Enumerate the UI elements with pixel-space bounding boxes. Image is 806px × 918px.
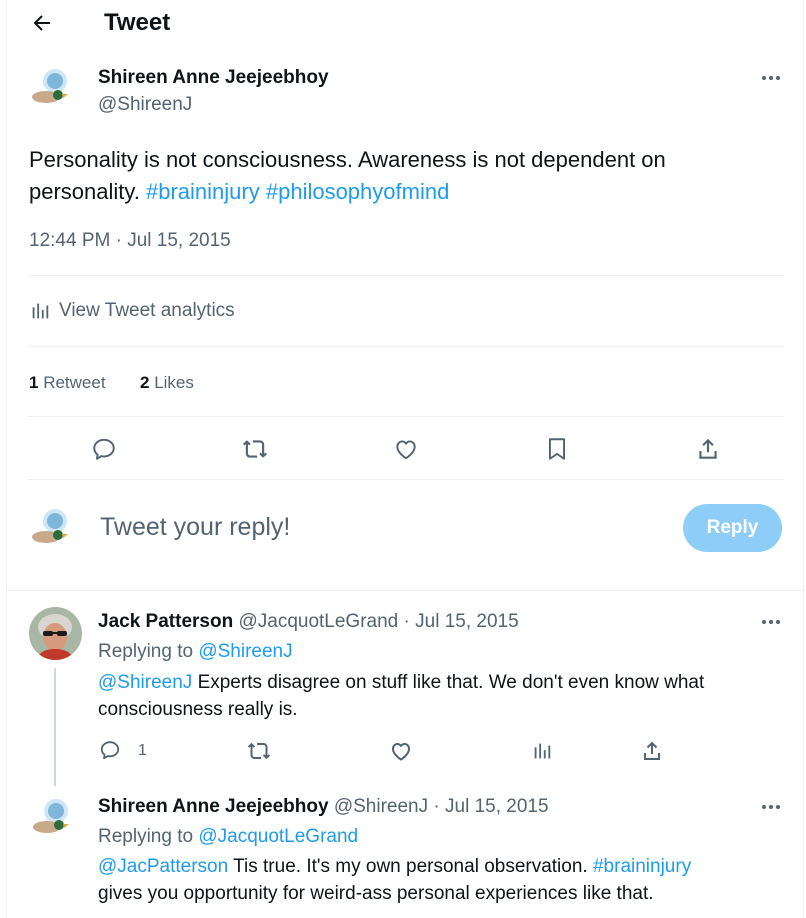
reply-author-name[interactable]: Jack Patterson [98, 611, 233, 632]
mention-link[interactable]: @JacquotLeGrand [198, 826, 358, 847]
tweet-timestamp[interactable]: 12:44 PM · Jul 15, 2015 [29, 230, 231, 252]
reply-date[interactable]: · Jul 15, 2015 [433, 796, 548, 817]
retweet-label: Retweet [43, 373, 106, 392]
retweet-count: 1 [29, 373, 39, 392]
reply-icon[interactable] [91, 436, 117, 462]
reply-author-handle[interactable]: @JacquotLeGrand [238, 611, 398, 632]
like-heart-icon[interactable] [389, 739, 413, 763]
reply-text-line: @ShireenJ Experts disagree on stuff like… [98, 669, 778, 696]
share-icon[interactable] [640, 739, 664, 763]
author-handle[interactable]: @ShireenJ [98, 94, 192, 116]
reply-text-body: Experts disagree on stuff like that. We … [197, 672, 705, 693]
divider [6, 590, 804, 591]
divider [28, 479, 784, 480]
divider [28, 346, 784, 347]
replying-to-label: Replying to [98, 826, 194, 847]
avatar[interactable] [29, 607, 82, 660]
reply-button[interactable]: Reply [683, 504, 782, 552]
replying-to: Replying to @JacquotLeGrand [98, 826, 358, 848]
replying-to-label: Replying to [98, 641, 194, 662]
replying-to: Replying to @ShireenJ [98, 641, 293, 663]
reply-input[interactable]: Tweet your reply! [100, 511, 660, 543]
divider [28, 416, 784, 417]
more-options-icon[interactable] [759, 610, 783, 634]
analytics-label: View Tweet analytics [59, 300, 235, 321]
avatar[interactable] [29, 794, 77, 842]
more-options-icon[interactable] [759, 795, 783, 819]
avatar[interactable] [28, 504, 76, 552]
reply-text-line: gives you opportunity for weird-ass pers… [98, 883, 654, 904]
thread-line [54, 668, 56, 786]
mention-link[interactable]: @ShireenJ [98, 672, 192, 693]
reply-count: 1 [138, 742, 147, 759]
hashtag-link[interactable]: #philosophyofmind [266, 179, 449, 204]
reply-icon[interactable] [99, 739, 121, 761]
hashtag-link[interactable]: #braininjury [146, 179, 260, 204]
reply-date[interactable]: · Jul 15, 2015 [404, 611, 519, 632]
tweet-text: Personality is not consciousness. Awaren… [29, 144, 769, 208]
mention-link[interactable]: @ShireenJ [198, 641, 292, 662]
hashtag-link[interactable]: #braininjury [593, 856, 691, 877]
analytics-icon [29, 300, 51, 322]
author-name[interactable]: Shireen Anne Jeejeebhoy [98, 67, 329, 89]
back-arrow-icon[interactable] [30, 11, 54, 35]
reply-text-line: @JacPatterson Tis true. It's my own pers… [98, 853, 788, 880]
reply-author-name[interactable]: Shireen Anne Jeejeebhoy [98, 796, 329, 817]
reply-author-handle[interactable]: @ShireenJ [334, 796, 428, 817]
retweet-icon[interactable] [247, 739, 271, 763]
reply-text-body: Tis true. It's my own personal observati… [233, 856, 588, 877]
bookmark-icon[interactable] [544, 436, 570, 462]
mention-link[interactable]: @JacPatterson [98, 856, 228, 877]
retweet-stat[interactable]: 1 Retweet [29, 372, 106, 394]
like-heart-icon[interactable] [393, 436, 419, 462]
page-title: Tweet [104, 9, 171, 36]
like-label: Likes [154, 373, 194, 392]
reply-text: @ShireenJ Experts disagree on stuff like… [98, 669, 778, 723]
reply-text: @JacPatterson Tis true. It's my own pers… [98, 853, 788, 907]
reply-text-line: consciousness really is. [98, 699, 298, 720]
more-options-icon[interactable] [759, 66, 783, 90]
retweet-icon[interactable] [242, 436, 268, 462]
divider [28, 275, 784, 276]
view-analytics-link[interactable]: View Tweet analytics [29, 298, 235, 324]
avatar[interactable] [28, 64, 76, 112]
reply-header: Shireen Anne Jeejeebhoy @ShireenJ · Jul … [98, 796, 549, 818]
like-count: 2 [140, 373, 150, 392]
share-icon[interactable] [695, 436, 721, 462]
reply-header: Jack Patterson @JacquotLeGrand · Jul 15,… [98, 611, 519, 633]
analytics-icon[interactable] [531, 740, 553, 762]
likes-stat[interactable]: 2 Likes [140, 372, 194, 394]
